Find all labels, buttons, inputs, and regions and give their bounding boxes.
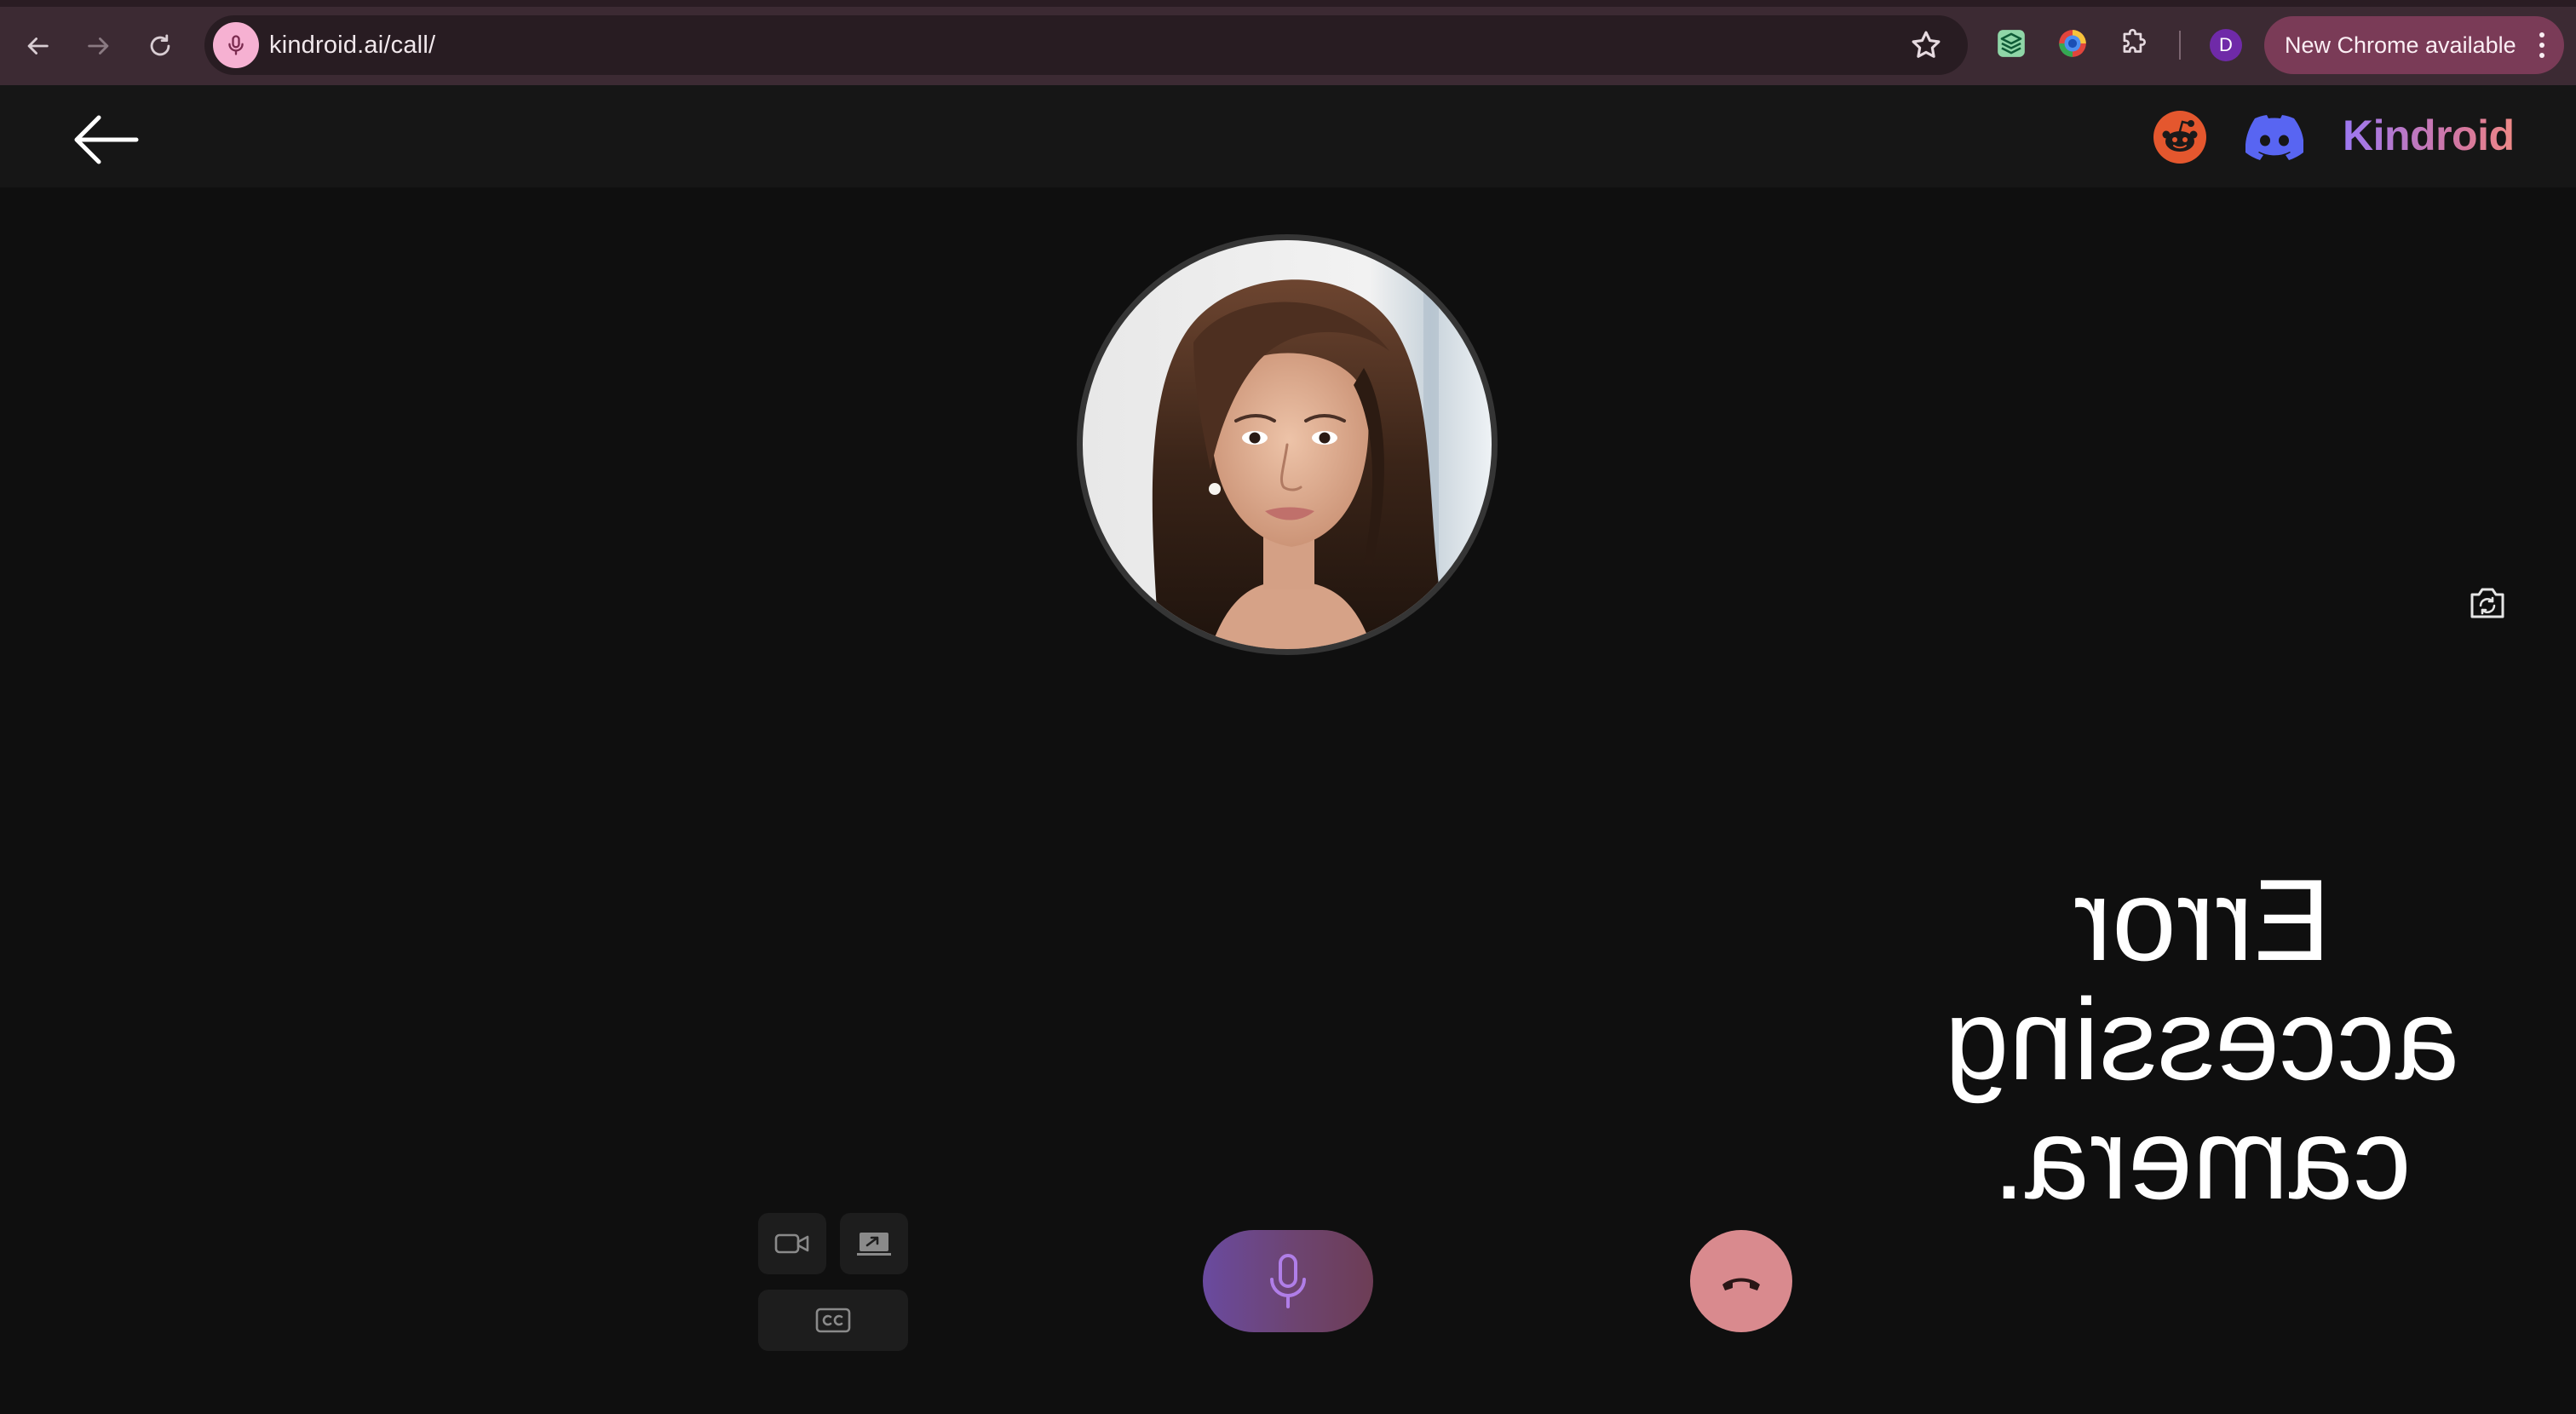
phone-hangup-icon (1722, 1278, 1760, 1290)
camera-flip-icon[interactable] (2467, 584, 2508, 622)
camera-error-message: Error accessing camera. (1944, 855, 2460, 1223)
video-camera-icon (774, 1233, 809, 1254)
bookmark-star-icon[interactable] (1908, 27, 1944, 63)
arrow-left-icon (27, 37, 49, 55)
reddit-icon[interactable] (2153, 111, 2206, 164)
avatar-ring (1077, 234, 1498, 655)
microphone-icon (228, 35, 244, 55)
tab-strip-edge (0, 0, 2576, 7)
hang-up-button[interactable] (1690, 1230, 1792, 1332)
puzzle-icon (2123, 28, 2146, 53)
microphone-icon (1270, 1254, 1306, 1308)
site-mic-permission-icon[interactable] (213, 22, 259, 68)
colorful-circle-extension-icon (2059, 30, 2086, 57)
kindroid-logo[interactable]: Kindroid (2343, 107, 2515, 164)
toolbar-divider (2179, 31, 2181, 60)
reload-icon (150, 34, 170, 56)
video-toggle-button[interactable] (758, 1213, 826, 1274)
browser-reload-button[interactable] (138, 24, 182, 68)
more-vertical-icon[interactable] (2539, 32, 2545, 59)
captions-button[interactable] (758, 1290, 908, 1351)
discord-icon[interactable] (2245, 114, 2303, 160)
kin-avatar (1083, 240, 1492, 649)
chrome-update-button[interactable]: New Chrome available (2264, 16, 2564, 74)
address-bar[interactable]: kindroid.ai/call/ (204, 15, 1968, 75)
closed-captions-icon (815, 1308, 851, 1333)
layers-extension-icon (1998, 30, 2025, 57)
url-text: kindroid.ai/call/ (269, 32, 436, 59)
browser-back-button[interactable] (15, 24, 60, 68)
extension-circle-button[interactable] (2053, 24, 2092, 63)
camera-preview: Error accessing camera. (1917, 855, 2487, 1223)
chrome-update-label: New Chrome available (2285, 32, 2516, 58)
browser-forward-button[interactable] (77, 24, 121, 68)
screen-share-button[interactable] (840, 1213, 908, 1274)
back-arrow-icon[interactable] (72, 112, 140, 167)
profile-avatar[interactable]: D (2210, 29, 2242, 61)
extension-layers-button[interactable] (1992, 24, 2031, 63)
extensions-menu-button[interactable] (2114, 24, 2153, 63)
arrow-right-icon (88, 37, 109, 55)
screen-share-icon (857, 1233, 891, 1256)
microphone-button[interactable] (1203, 1230, 1373, 1332)
